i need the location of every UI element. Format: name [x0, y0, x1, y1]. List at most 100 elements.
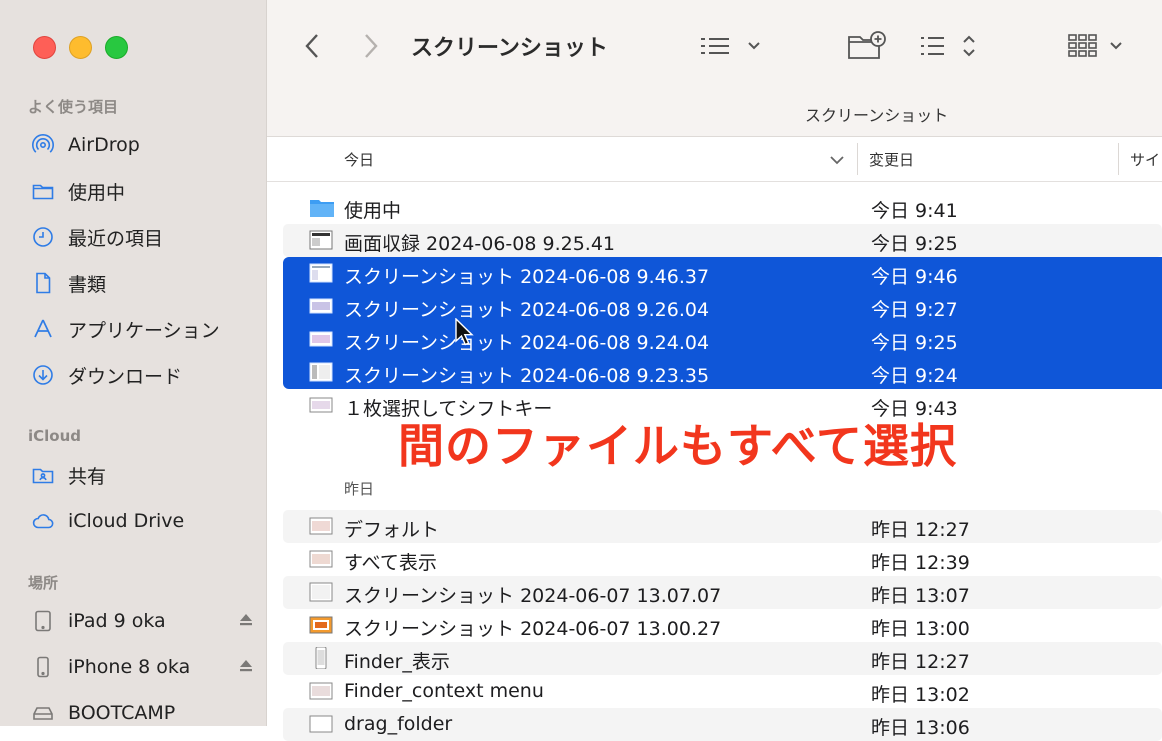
toolbar: スクリーンショット — [267, 0, 1162, 90]
image-file-icon — [309, 328, 333, 350]
image-file-icon — [309, 361, 333, 383]
back-button[interactable] — [303, 32, 321, 60]
new-folder-icon — [848, 31, 886, 59]
shared-folder-icon — [30, 462, 56, 488]
image-file-icon — [309, 295, 333, 317]
file-date: 今日 9:27 — [871, 299, 958, 321]
sidebar-item-ipad[interactable]: iPad 9 oka — [30, 604, 255, 638]
image-file-icon — [309, 713, 333, 735]
file-name: Finder_表示 — [344, 651, 450, 673]
file-name: 使用中 — [344, 200, 402, 222]
file-name: Finder_context menu — [344, 680, 544, 702]
sidebar-item-label: アプリケーション — [68, 319, 220, 342]
sidebar-item-label: BOOTCAMP — [68, 702, 176, 724]
image-file-icon — [309, 262, 333, 284]
section-title-icloud: iCloud — [28, 427, 82, 445]
new-folder-button[interactable] — [847, 30, 887, 62]
file-name: スクリーンショット 2024-06-08 9.26.04 — [344, 299, 710, 321]
sidebar-item-label: 書類 — [68, 273, 107, 296]
iphone-icon — [30, 654, 56, 680]
file-row[interactable]: drag_folder 昨日 13:06 — [283, 708, 1162, 741]
file-date: 昨日 13:07 — [871, 585, 970, 607]
group-by-button[interactable] — [699, 34, 761, 58]
file-row-selected[interactable]: スクリーンショット 2024-06-08 9.24.04 今日 9:25 — [283, 323, 1162, 356]
clock-icon — [30, 224, 56, 250]
image-file-icon — [309, 548, 333, 570]
close-window-button[interactable] — [33, 36, 56, 59]
view-options-button[interactable] — [1067, 32, 1127, 60]
sidebar-item-recents[interactable]: 最近の項目 — [30, 220, 255, 254]
file-row[interactable]: すべて表示 昨日 12:39 — [283, 543, 1162, 576]
chevron-right-icon — [365, 34, 378, 58]
sidebar-item-label: 使用中 — [68, 181, 126, 204]
file-row[interactable]: デフォルト 昨日 12:27 — [283, 510, 1162, 543]
sidebar-item-documents[interactable]: 書類 — [30, 266, 255, 300]
file-row-selected[interactable]: スクリーンショット 2024-06-08 9.26.04 今日 9:27 — [283, 290, 1162, 323]
sidebar-item-iphone[interactable]: iPhone 8 oka — [30, 650, 255, 684]
image-file-icon — [309, 680, 333, 702]
sidebar-item-in-use[interactable]: 使用中 — [30, 174, 255, 208]
phone-image-file-icon — [309, 646, 333, 670]
file-row[interactable]: スクリーンショット 2024-06-07 13.07.07 昨日 13:07 — [283, 576, 1162, 609]
sidebar-item-label: AirDrop — [68, 134, 140, 156]
sidebar-item-label: ダウンロード — [68, 365, 183, 388]
sidebar-item-label: 共有 — [68, 465, 107, 488]
minimize-window-button[interactable] — [69, 36, 92, 59]
path-bar-title: スクリーンショット — [805, 106, 949, 125]
sidebar-item-airdrop[interactable]: AirDrop — [30, 128, 255, 162]
file-name: スクリーンショット 2024-06-07 13.07.07 — [344, 585, 722, 607]
eject-icon[interactable] — [237, 657, 255, 680]
column-header-size[interactable]: サイ — [1130, 149, 1160, 170]
airdrop-icon — [30, 132, 56, 158]
forward-button[interactable] — [362, 32, 380, 60]
sort-chevron-icon[interactable] — [829, 151, 845, 170]
window-controls — [33, 36, 128, 59]
sidebar-item-bootcamp[interactable]: BOOTCAMP — [30, 696, 255, 726]
file-row[interactable]: Finder_context menu 昨日 13:02 — [283, 675, 1162, 708]
file-date: 昨日 13:06 — [871, 717, 970, 739]
file-name: デフォルト — [344, 519, 440, 541]
ipad-icon — [30, 608, 56, 634]
file-row[interactable]: 画面収録 2024-06-08 9.25.41 今日 9:25 — [283, 224, 1162, 257]
window-title: スクリーンショット — [411, 36, 608, 61]
download-icon — [30, 362, 56, 388]
file-name: drag_folder — [344, 713, 453, 735]
grid-view-icon — [1068, 34, 1122, 57]
zoom-window-button[interactable] — [105, 36, 128, 59]
file-row[interactable]: 使用中 今日 9:41 — [283, 191, 1162, 224]
column-header-date[interactable]: 変更日 — [869, 149, 914, 170]
file-date: 今日 9:41 — [871, 200, 958, 222]
section-title-locations: 場所 — [28, 574, 59, 592]
path-bar: スクリーンショット — [267, 90, 1162, 137]
file-row-selected[interactable]: スクリーンショット 2024-06-08 9.46.37 今日 9:46 — [283, 257, 1162, 290]
file-row[interactable]: スクリーンショット 2024-06-07 13.00.27 昨日 13:00 — [283, 609, 1162, 642]
disk-icon — [30, 700, 56, 726]
applications-icon — [30, 316, 56, 342]
sidebar-item-label: iPad 9 oka — [68, 610, 166, 632]
eject-icon[interactable] — [237, 611, 255, 634]
sidebar-item-label: iPhone 8 oka — [68, 656, 191, 678]
list-group-icon — [701, 38, 760, 54]
sidebar-item-shared[interactable]: 共有 — [30, 458, 255, 492]
list-sort-icon — [921, 35, 975, 57]
file-date: 今日 9:25 — [871, 233, 958, 255]
file-date: 昨日 13:00 — [871, 618, 970, 640]
sidebar-item-icloud-drive[interactable]: iCloud Drive — [30, 504, 255, 538]
column-separator[interactable] — [857, 143, 858, 175]
video-file-icon — [309, 229, 333, 251]
image-file-icon — [309, 614, 333, 636]
sidebar-item-applications[interactable]: アプリケーション — [30, 312, 255, 346]
file-date: 昨日 12:27 — [871, 519, 970, 541]
file-name: スクリーンショット 2024-06-07 13.00.27 — [344, 618, 722, 640]
file-row[interactable]: Finder_表示 昨日 12:27 — [283, 642, 1162, 675]
file-row-selected[interactable]: スクリーンショット 2024-06-08 9.23.35 今日 9:24 — [283, 356, 1162, 389]
sort-button[interactable] — [919, 32, 979, 60]
file-date: 昨日 12:27 — [871, 651, 970, 673]
sidebar-item-downloads[interactable]: ダウンロード — [30, 358, 255, 392]
column-header-name[interactable]: 今日 — [344, 149, 374, 170]
file-date: 昨日 12:39 — [871, 552, 970, 574]
cloud-icon — [30, 508, 56, 534]
column-separator[interactable] — [1118, 143, 1119, 175]
image-file-icon — [309, 515, 333, 537]
file-date: 今日 9:25 — [871, 332, 958, 354]
